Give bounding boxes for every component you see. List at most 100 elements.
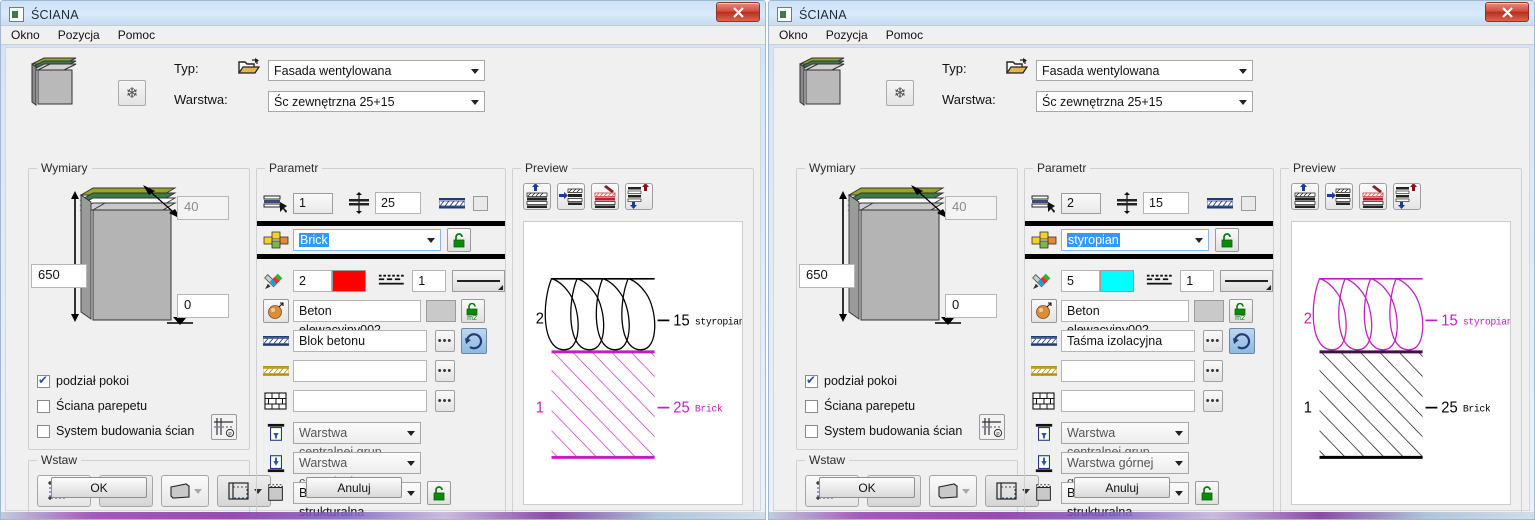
checkbox-system-budowania-scian[interactable]: System budowania ścian [805, 424, 962, 438]
add-layer-top-icon[interactable] [523, 183, 551, 210]
masonry-name-field[interactable] [293, 390, 427, 412]
bottom-group-combobox[interactable]: Warstwa centralnej grup [293, 452, 421, 474]
pen-color-swatch[interactable] [332, 270, 366, 292]
fill-browse-button[interactable]: ••• [1203, 330, 1223, 352]
wall-offset-field[interactable]: 0 [945, 294, 997, 318]
checkbox-box [805, 375, 818, 388]
line-number-field[interactable]: 1 [412, 270, 445, 292]
checkbox-podzial-pokoi[interactable]: podział pokoi [805, 374, 897, 388]
insert-slab-icon[interactable] [929, 475, 977, 507]
thickness-field[interactable]: 25 [375, 192, 421, 214]
cancel-button[interactable]: Anuluj [1074, 477, 1170, 498]
add-layer-bottom-icon[interactable] [1393, 183, 1421, 210]
fill2-name-field[interactable] [1061, 360, 1195, 382]
insert-layer-icon[interactable] [1325, 183, 1353, 210]
line-style-dropdown[interactable] [452, 270, 505, 292]
surface-lock-icon[interactable]: m2 [461, 299, 485, 323]
warstwa-combobox[interactable]: Śc zewnętrzna 25+15 [268, 91, 485, 112]
surface-name-field[interactable]: Beton elewacyjny002 [293, 300, 421, 322]
paint-layer-icon[interactable] [1359, 183, 1387, 210]
structure-lock-icon[interactable] [1195, 481, 1219, 505]
add-layer-bottom-icon[interactable] [625, 183, 653, 210]
fill-name-field[interactable]: Taśma izolacyjna [1061, 330, 1195, 352]
wall-height-field[interactable]: 650 [31, 264, 87, 288]
material-lock-icon[interactable] [1215, 228, 1239, 252]
hatch-refresh-icon[interactable] [1229, 328, 1255, 354]
warstwa-combobox[interactable]: Śc zewnętrzna 25+15 [1036, 91, 1253, 112]
preview-group-left: Preview [512, 168, 754, 516]
menu-item-pomoc[interactable]: Pomoc [886, 28, 923, 42]
close-glyph [732, 7, 745, 18]
fill2-name-field[interactable] [293, 360, 427, 382]
menu-item-pozycja[interactable]: Pozycja [826, 28, 868, 42]
menu-item-pomoc[interactable]: Pomoc [118, 28, 155, 42]
surface-icon[interactable] [1031, 299, 1057, 323]
typ-combobox[interactable]: Fasada wentylowana [268, 60, 485, 81]
fill2-browse-button[interactable]: ••• [435, 360, 455, 382]
ok-button[interactable]: OK [51, 477, 147, 498]
wall-thickness-field[interactable]: 40 [177, 196, 229, 220]
snowflake-icon[interactable]: ❄ [118, 80, 146, 106]
menu-item-pozycja[interactable]: Pozycja [58, 28, 100, 42]
header-strip-left: ❄ Typ: Warstwa: Fasada wentylowana Śc ze… [6, 48, 760, 120]
fill2-browse-button[interactable]: ••• [1203, 360, 1223, 382]
snowflake-icon[interactable]: ❄ [886, 80, 914, 106]
masonry-browse-button[interactable]: ••• [1203, 390, 1223, 412]
hatch-checkbox[interactable] [1241, 196, 1256, 211]
thickness-field[interactable]: 15 [1143, 192, 1189, 214]
hatch-checkbox[interactable] [473, 196, 488, 211]
checkbox-system-budowania-scian[interactable]: System budowania ścian [37, 424, 194, 438]
close-icon[interactable] [1485, 2, 1529, 22]
typ-label: Typ: [942, 61, 967, 76]
surface-name-field[interactable]: Beton elewacyjny002 [1061, 300, 1189, 322]
material-combobox[interactable]: Brick [293, 229, 441, 251]
close-icon[interactable] [716, 2, 760, 22]
surface-icon[interactable] [263, 299, 289, 323]
wall-height-field[interactable]: 650 [799, 264, 855, 288]
wall-system-glyph: P [212, 415, 236, 439]
line-number-field[interactable]: 1 [1180, 270, 1213, 292]
pen-color-swatch[interactable] [1100, 270, 1134, 292]
fill-browse-button[interactable]: ••• [435, 330, 455, 352]
surface-lock-icon[interactable]: m2 [1229, 299, 1253, 323]
insert-slab-icon[interactable] [161, 475, 209, 507]
checkbox-sciana-parepetu[interactable]: Ściana parepetu [37, 399, 147, 413]
material-lock-icon[interactable] [447, 228, 471, 252]
pen-number-field[interactable]: 2 [293, 270, 332, 292]
wall-system-icon[interactable]: P [979, 414, 1005, 440]
paint-layer-icon[interactable] [591, 183, 619, 210]
titlebar-right[interactable]: ŚCIANA [769, 1, 1534, 25]
surface-color-swatch[interactable] [1194, 300, 1224, 322]
layer-index-spinner[interactable]: 2 [1061, 193, 1101, 214]
wall-thickness-field[interactable]: 40 [945, 196, 997, 220]
surface-color-swatch[interactable] [426, 300, 456, 322]
parametr-caption: Parametr [265, 161, 322, 175]
masonry-name-field[interactable] [1061, 390, 1195, 412]
checkbox-sciana-parepetu[interactable]: Ściana parepetu [805, 399, 915, 413]
line-style-dropdown[interactable] [1220, 270, 1273, 292]
fill2-pattern-icon [1031, 361, 1057, 381]
wall-system-icon[interactable]: P [211, 414, 237, 440]
add-layer-top-icon[interactable] [1291, 183, 1319, 210]
material-combobox[interactable]: styropian [1061, 229, 1209, 251]
structure-lock-icon[interactable] [427, 481, 451, 505]
ok-button[interactable]: OK [819, 477, 915, 498]
masonry-browse-button[interactable]: ••• [435, 390, 455, 412]
checkbox-podzial-pokoi[interactable]: podział pokoi [37, 374, 129, 388]
wall-offset-field[interactable]: 0 [177, 294, 229, 318]
titlebar-left[interactable]: ŚCIANA [1, 1, 765, 25]
pen-number-field[interactable]: 5 [1061, 270, 1100, 292]
insert-layer-icon[interactable] [557, 183, 585, 210]
hatch-refresh-icon[interactable] [461, 328, 487, 354]
top-group-combobox[interactable]: Warstwa centralnej grup [293, 422, 421, 444]
layer-index-spinner[interactable]: 1 [293, 193, 333, 214]
menu-item-okno[interactable]: Okno [11, 28, 40, 42]
bottom-group-combobox[interactable]: Warstwa górnej grupy [1061, 452, 1189, 474]
top-group-combobox[interactable]: Warstwa centralnej grup [1061, 422, 1189, 444]
typ-combobox[interactable]: Fasada wentylowana [1036, 60, 1253, 81]
cancel-button[interactable]: Anuluj [306, 477, 402, 498]
open-folder-icon[interactable] [238, 58, 260, 76]
open-folder-icon[interactable] [1006, 58, 1028, 76]
menu-item-okno[interactable]: Okno [779, 28, 808, 42]
fill-name-field[interactable]: Blok betonu [293, 330, 427, 352]
